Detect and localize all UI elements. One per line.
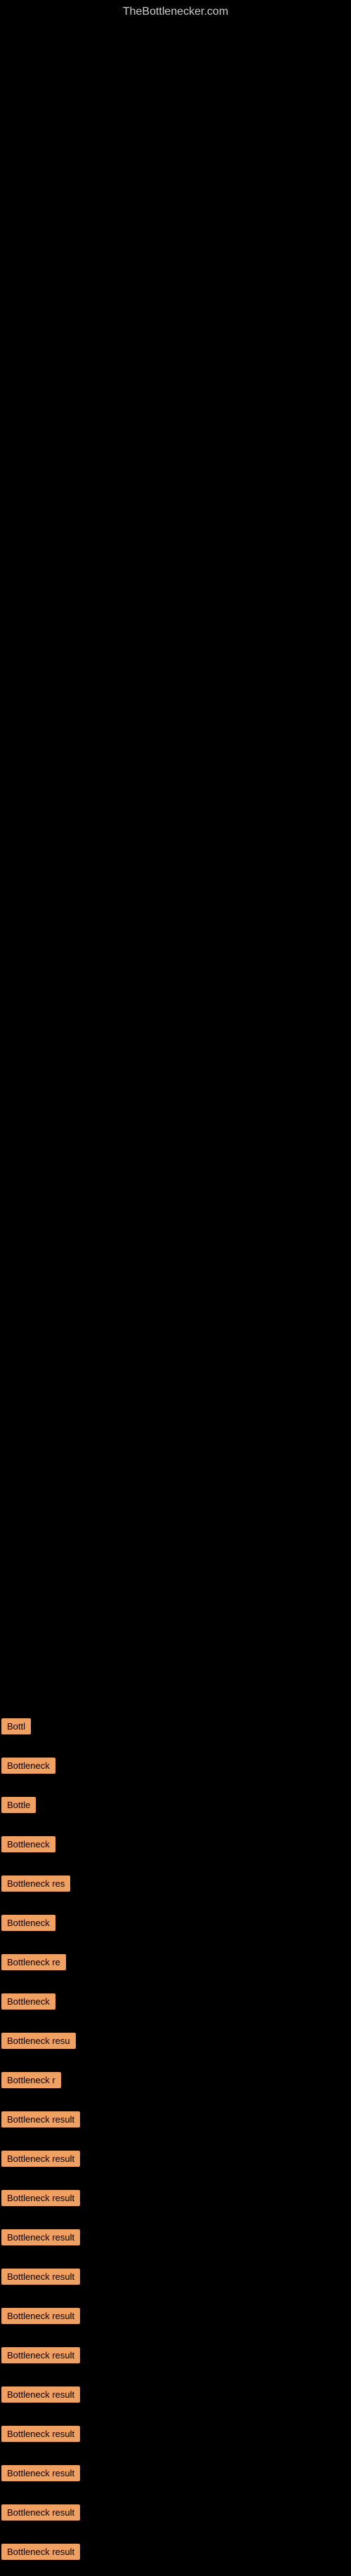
bottleneck-result-badge[interactable]: Bottleneck result	[1, 2465, 80, 2481]
list-item: Bottleneck result	[0, 2262, 351, 2295]
bottleneck-result-badge[interactable]: Bottleneck	[1, 1915, 55, 1931]
bottleneck-result-badge[interactable]: Bottleneck result	[1, 2190, 80, 2206]
bottleneck-result-badge[interactable]: Bottleneck result	[1, 2347, 80, 2363]
list-item: Bottleneck res	[0, 1868, 351, 1902]
bottleneck-result-badge[interactable]: Bottleneck result	[1, 2269, 80, 2285]
bottleneck-result-badge[interactable]: Bottleneck r	[1, 2072, 61, 2088]
list-item: Bottleneck resu	[0, 2026, 351, 2059]
list-item: Bottleneck result	[0, 2183, 351, 2217]
list-item: Bottleneck	[0, 1908, 351, 1941]
bottleneck-result-badge[interactable]: Bottleneck res	[1, 1875, 70, 1892]
bottleneck-result-badge[interactable]: Bottle	[1, 1797, 36, 1813]
list-item: Bottleneck	[0, 1751, 351, 1784]
list-item: Bottleneck result	[0, 2222, 351, 2256]
list-item: Bottleneck result	[0, 2301, 351, 2335]
list-item: Bottleneck result	[0, 2144, 351, 2177]
bottleneck-result-badge[interactable]: Bottleneck result	[1, 2151, 80, 2167]
list-item: Bottleneck result	[0, 2419, 351, 2452]
bottleneck-result-badge[interactable]: Bottleneck result	[1, 2229, 80, 2245]
list-item: Bottleneck result	[0, 2458, 351, 2492]
list-item: Bottleneck r	[0, 2065, 351, 2099]
bottleneck-result-badge[interactable]: Bottleneck result	[1, 2111, 80, 2127]
list-item: Bottleneck result	[0, 2537, 351, 2570]
bottleneck-result-badge[interactable]: Bottleneck result	[1, 2308, 80, 2324]
bottleneck-result-badge[interactable]: Bottleneck result	[1, 2504, 80, 2521]
bottleneck-result-badge[interactable]: Bottleneck result	[1, 2544, 80, 2560]
bottleneck-result-badge[interactable]: Bottleneck	[1, 1993, 55, 2010]
list-item: Bottl	[0, 1711, 351, 1745]
site-title: TheBottlenecker.com	[0, 0, 351, 21]
bottleneck-result-badge[interactable]: Bottleneck resu	[1, 2033, 76, 2049]
list-item: Bottleneck result	[0, 2379, 351, 2413]
bottleneck-result-badge[interactable]: Bottleneck	[1, 1758, 55, 1774]
list-item: Bottleneck	[0, 1829, 351, 1863]
bottleneck-result-badge[interactable]: Bottleneck re	[1, 1954, 66, 1970]
bottleneck-result-badge[interactable]: Bottleneck result	[1, 2386, 80, 2403]
list-item: Bottleneck re	[0, 1947, 351, 1981]
list-item: Bottle	[0, 1790, 351, 1824]
content-area: Bottl Bottleneck Bottle Bottleneck Bottlenec…	[0, 1706, 351, 2576]
list-item: Bottleneck result	[0, 2497, 351, 2531]
list-item: Bottleneck result	[0, 2340, 351, 2374]
bottleneck-result-badge[interactable]: Bottleneck result	[1, 2426, 80, 2442]
bottleneck-result-badge[interactable]: Bottleneck	[1, 1836, 55, 1852]
bottleneck-result-badge[interactable]: Bottl	[1, 1718, 31, 1734]
list-item: Bottleneck	[0, 1986, 351, 2020]
list-item: Bottleneck result	[0, 2104, 351, 2138]
